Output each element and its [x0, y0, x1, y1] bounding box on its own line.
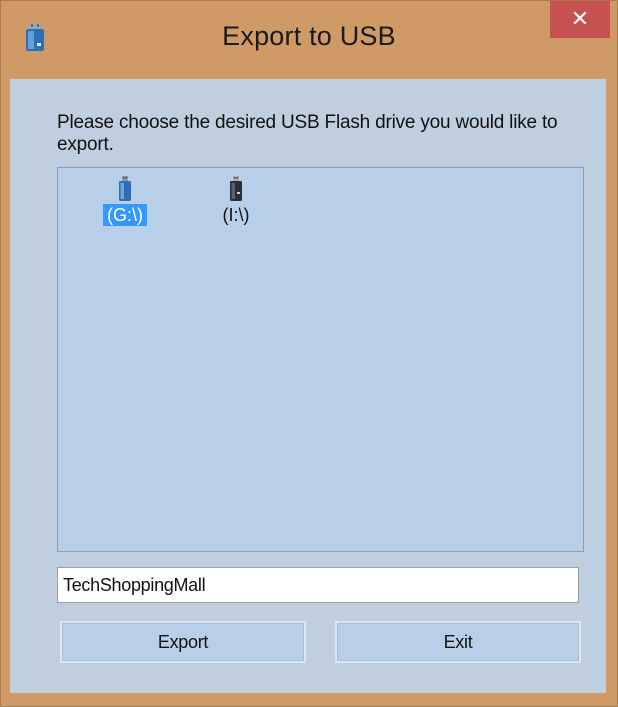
drive-item-g[interactable]: (G:\) — [80, 176, 170, 226]
close-button[interactable]: ✕ — [550, 1, 610, 38]
drive-item-i[interactable]: (I:\) — [191, 176, 281, 226]
usb-drive-icon — [230, 176, 242, 201]
dialog-body: Please choose the desired USB Flash driv… — [10, 79, 606, 693]
window-title: Export to USB — [222, 21, 396, 51]
instruction-text: Please choose the desired USB Flash driv… — [57, 112, 558, 155]
export-to-usb-window: Export to USB ✕ Please choose the desire… — [0, 0, 618, 707]
usb-drive-list[interactable]: (G:\) (I:\) — [57, 167, 584, 552]
export-button[interactable]: Export — [60, 621, 306, 663]
close-icon: ✕ — [570, 7, 590, 32]
drive-label: (I:\) — [222, 205, 250, 225]
exit-button[interactable]: Exit — [335, 621, 581, 663]
export-name-input[interactable] — [57, 567, 579, 603]
usb-drive-icon — [119, 176, 131, 201]
drive-label: (G:\) — [103, 204, 147, 226]
title-bar[interactable]: Export to USB ✕ — [1, 1, 617, 79]
